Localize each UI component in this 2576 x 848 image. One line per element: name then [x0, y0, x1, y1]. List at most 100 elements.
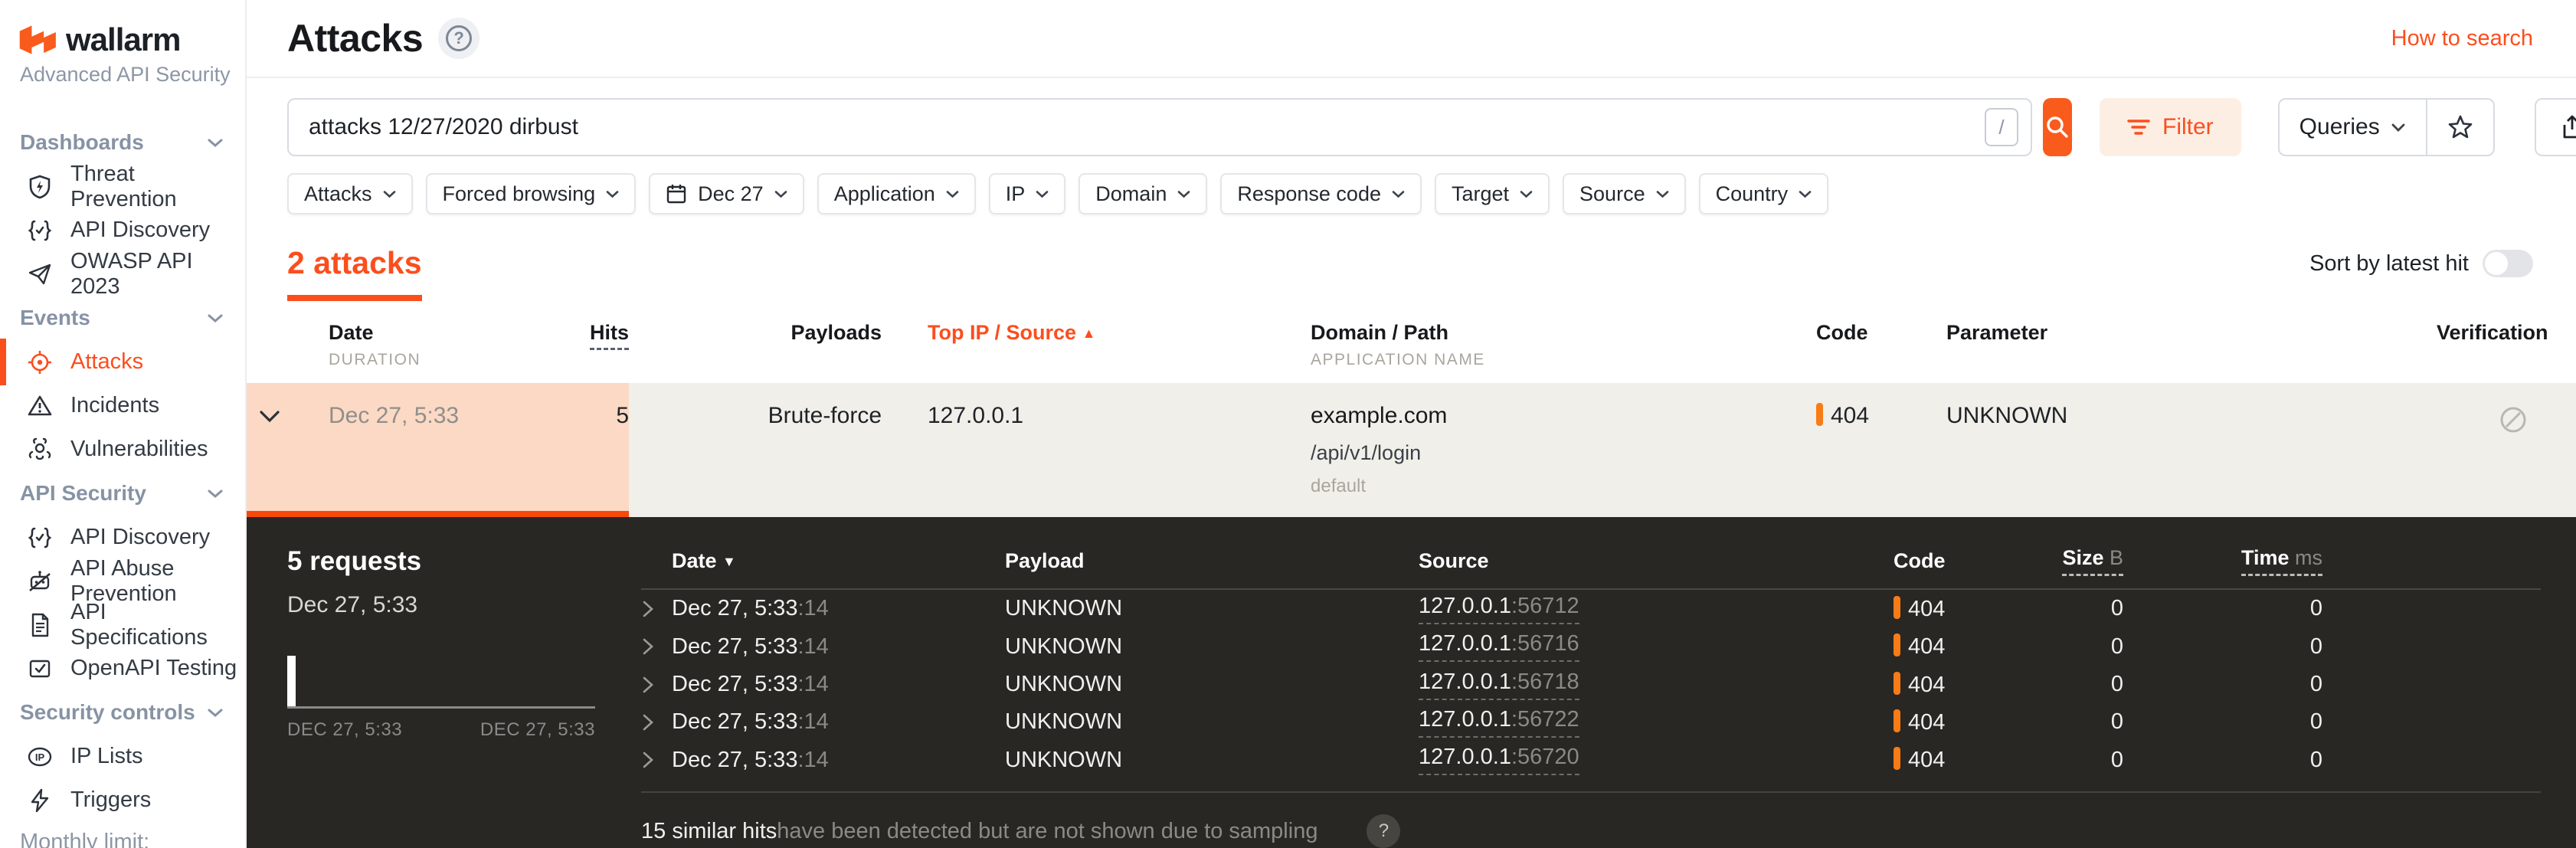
sidebar-section-dashboards[interactable]: Dashboards: [0, 120, 245, 165]
col-date[interactable]: Date DURATION: [329, 321, 558, 369]
req-col-source[interactable]: Source: [1419, 549, 1894, 573]
req-col-payload[interactable]: Payload: [1005, 549, 1419, 573]
favorite-queries-button[interactable]: [2425, 100, 2493, 155]
section-label: Events: [20, 306, 90, 329]
req-col-date[interactable]: Date ▼: [672, 549, 1005, 573]
sidebar-section-security-controls[interactable]: Security controls: [0, 690, 245, 735]
req-source-link[interactable]: 127.0.0.1:56718: [1419, 670, 1579, 700]
chevron-right-icon[interactable]: [641, 675, 672, 695]
sampling-help-button[interactable]: ?: [1367, 814, 1401, 848]
sidebar-item-openapi-testing[interactable]: OpenAPI Testing: [0, 647, 245, 690]
sort-toggle[interactable]: [2483, 250, 2533, 277]
req-time: 0: [2309, 747, 2322, 772]
filter-chips-row: Attacks Forced browsing Dec 27 Applicati…: [247, 156, 2576, 214]
sort-asc-icon: ▲: [1082, 326, 1096, 341]
filter-chip-country[interactable]: Country: [1698, 173, 1829, 214]
filter-chip-ip[interactable]: IP: [988, 173, 1066, 214]
requests-count: 5 requests: [287, 546, 422, 576]
filter-chip-date[interactable]: Dec 27: [649, 173, 804, 214]
req-ip: 127.0.0.1: [1419, 706, 1511, 732]
sidebar-item-api-discovery[interactable]: API Discovery: [0, 516, 245, 559]
sidebar-item-api-discovery-dash[interactable]: API Discovery: [0, 208, 245, 252]
search-button[interactable]: [2043, 98, 2072, 156]
req-col-size-label: Size: [2062, 546, 2104, 569]
svg-text:IP: IP: [35, 751, 45, 763]
sampling-notice: 15 similar hits have been detected but a…: [641, 814, 2541, 848]
filter-chip-application[interactable]: Application: [817, 173, 976, 214]
col-hits[interactable]: Hits: [558, 321, 629, 369]
sidebar-item-attacks[interactable]: Attacks: [0, 339, 245, 385]
attack-row-expanded[interactable]: Dec 27, 5:33 5 Brute-force 127.0.0.1 exa…: [247, 383, 2576, 517]
col-domain-path[interactable]: Domain / Path APPLICATION NAME: [1311, 321, 1816, 369]
sidebar-item-incidents[interactable]: Incidents: [0, 384, 245, 427]
code-status-badge: [1894, 709, 1900, 732]
col-top-ip-label: Top IP / Source: [928, 321, 1077, 344]
chevron-right-icon[interactable]: [641, 712, 672, 732]
chevron-right-icon[interactable]: [641, 599, 672, 619]
attack-date: Dec 27, 5:33: [329, 383, 558, 517]
req-source-link[interactable]: 127.0.0.1:56712: [1419, 594, 1579, 624]
filter-chip-target[interactable]: Target: [1434, 173, 1550, 214]
req-col-code[interactable]: Code: [1894, 549, 2024, 573]
filter-chip-domain[interactable]: Domain: [1079, 173, 1208, 214]
req-source-link[interactable]: 127.0.0.1:56722: [1419, 707, 1579, 738]
how-to-search-link[interactable]: How to search: [2391, 26, 2533, 51]
sidebar-item-api-abuse-prevention[interactable]: API Abuse Prevention: [0, 556, 245, 606]
chevron-right-icon[interactable]: [641, 750, 672, 770]
req-date: Dec 27, 5:33: [672, 596, 798, 621]
col-payloads[interactable]: Payloads: [629, 321, 882, 369]
req-col-time[interactable]: Time ms: [2123, 546, 2322, 576]
filter-chip-attacks[interactable]: Attacks: [287, 173, 413, 214]
req-col-size[interactable]: Size B: [2024, 546, 2123, 576]
chevron-right-icon[interactable]: [641, 637, 672, 656]
req-payload: UNKNOWN: [1005, 672, 1123, 697]
checkbox-icon: [26, 655, 54, 683]
req-date: Dec 27, 5:33: [672, 709, 798, 735]
request-row[interactable]: Dec 27, 5:33:14 UNKNOWN 127.0.0.1:56720 …: [641, 742, 2541, 779]
req-payload: UNKNOWN: [1005, 634, 1123, 659]
col-verification[interactable]: Verification: [2437, 321, 2548, 369]
sidebar-section-events[interactable]: Events: [0, 296, 245, 340]
queries-button[interactable]: Queries: [2280, 100, 2426, 155]
req-time: 0: [2309, 672, 2322, 697]
col-code[interactable]: Code: [1816, 321, 1946, 369]
req-port: :56722: [1511, 706, 1579, 732]
sidebar-section-api-security[interactable]: API Security: [0, 471, 245, 516]
sidebar-item-api-specifications[interactable]: API Specifications: [0, 600, 245, 650]
row-expand-cell[interactable]: [247, 383, 329, 517]
filter-chip-attack-type[interactable]: Forced browsing: [425, 173, 637, 214]
sidebar-item-owasp-api-2023[interactable]: OWASP API 2023: [0, 249, 245, 299]
sidebar-item-threat-prevention[interactable]: Threat Prevention: [0, 162, 245, 211]
request-row[interactable]: Dec 27, 5:33:14 UNKNOWN 127.0.0.1:56712 …: [641, 590, 2541, 627]
biohazard-icon: [26, 436, 54, 463]
chip-label: Target: [1451, 182, 1510, 205]
search-input[interactable]: attacks 12/27/2020 dirbust /: [287, 98, 2032, 156]
filter-button[interactable]: Filter: [2100, 98, 2241, 156]
export-icon: [2561, 114, 2576, 140]
brand-subtitle: Advanced API Security: [20, 63, 231, 86]
request-row[interactable]: Dec 27, 5:33:14 UNKNOWN 127.0.0.1:56722 …: [641, 703, 2541, 741]
sidebar-item-label: OWASP API 2023: [70, 248, 193, 299]
req-source-link[interactable]: 127.0.0.1:56720: [1419, 745, 1579, 776]
filter-chip-source[interactable]: Source: [1563, 173, 1686, 214]
chevron-down-icon: [1392, 190, 1405, 198]
page-help-button[interactable]: ?: [438, 18, 480, 59]
sidebar-item-ip-lists[interactable]: IP IP Lists: [0, 735, 245, 778]
sidebar-item-label: Threat Prevention: [70, 161, 177, 211]
col-parameter[interactable]: Parameter: [1946, 321, 2437, 369]
req-date: Dec 27, 5:33: [672, 634, 798, 659]
attack-verification: [2437, 383, 2533, 517]
req-source-link[interactable]: 127.0.0.1:56716: [1419, 631, 1579, 663]
slash-shortcut-badge: /: [1985, 108, 2018, 146]
req-port: :56712: [1511, 593, 1579, 618]
sidebar-item-triggers[interactable]: Triggers: [0, 778, 245, 822]
col-top-ip-source[interactable]: Top IP / Source ▲: [928, 321, 1311, 369]
col-payloads-label: Payloads: [790, 321, 882, 344]
req-col-source-label: Source: [1419, 549, 1489, 572]
chip-label: Attacks: [304, 182, 372, 205]
request-row[interactable]: Dec 27, 5:33:14 UNKNOWN 127.0.0.1:56716 …: [641, 627, 2541, 665]
request-row[interactable]: Dec 27, 5:33:14 UNKNOWN 127.0.0.1:56718 …: [641, 666, 2541, 703]
report-button[interactable]: Report: [2534, 98, 2576, 156]
sidebar-item-vulnerabilities[interactable]: Vulnerabilities: [0, 427, 245, 471]
filter-chip-response-code[interactable]: Response code: [1220, 173, 1422, 214]
